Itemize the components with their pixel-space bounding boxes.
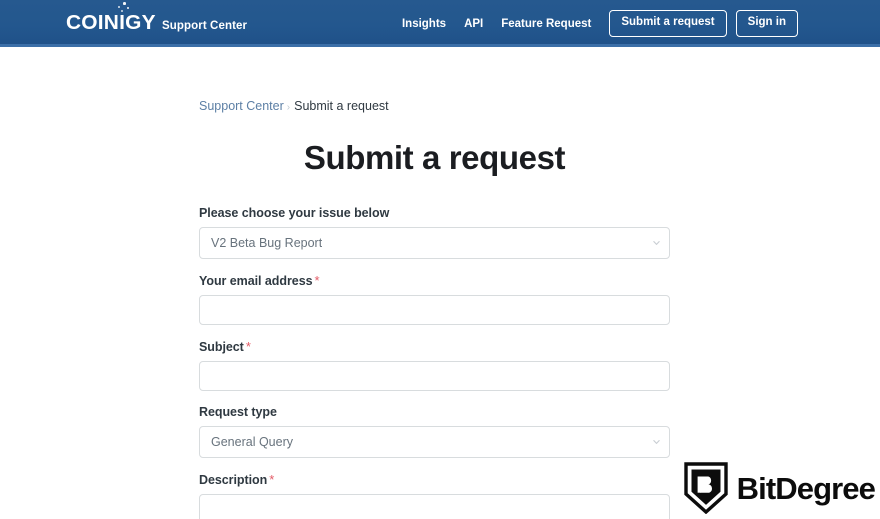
field-issue-type: Please choose your issue below V2 Beta B… xyxy=(199,206,670,259)
breadcrumb-separator-icon: › xyxy=(284,102,294,113)
subject-input[interactable] xyxy=(199,361,670,391)
breadcrumb: Support Center›Submit a request xyxy=(199,94,670,113)
bitdegree-watermark: BitDegree xyxy=(684,462,875,514)
select-issue-type-value: V2 Beta Bug Report xyxy=(211,236,322,250)
email-input[interactable] xyxy=(199,295,670,325)
bitdegree-shield-icon xyxy=(684,462,728,514)
field-description: Description* xyxy=(199,472,670,519)
select-request-type[interactable]: General Query xyxy=(199,426,670,458)
submit-request-form: Please choose your issue below V2 Beta B… xyxy=(199,206,670,519)
field-subject: Subject* xyxy=(199,339,670,391)
field-request-type: Request type General Query xyxy=(199,405,670,458)
page-title: Submit a request xyxy=(199,138,670,178)
sign-in-button[interactable]: Sign in xyxy=(736,10,798,37)
label-email: Your email address* xyxy=(199,273,670,288)
label-issue-type: Please choose your issue below xyxy=(199,206,670,220)
description-textarea[interactable] xyxy=(199,494,670,519)
required-marker-description: * xyxy=(267,472,274,487)
breadcrumb-current: Submit a request xyxy=(294,99,389,113)
content-wrapper: Support Center›Submit a request Submit a… xyxy=(199,94,670,519)
nav-link-api[interactable]: API xyxy=(455,18,492,30)
required-marker-email: * xyxy=(313,273,320,288)
nav-link-feature-request[interactable]: Feature Request xyxy=(492,18,600,30)
page-main: Support Center›Submit a request Submit a… xyxy=(0,47,880,519)
brand[interactable]: COINIGY Support Center xyxy=(66,13,247,34)
label-email-text: Your email address xyxy=(199,274,313,288)
breadcrumb-link-support-center[interactable]: Support Center xyxy=(199,99,284,113)
select-wrap-request-type: General Query xyxy=(199,426,670,458)
field-email: Your email address* xyxy=(199,273,670,325)
label-request-type: Request type xyxy=(199,405,670,419)
label-issue-type-text: Please choose your issue below xyxy=(199,206,389,220)
submit-a-request-button[interactable]: Submit a request xyxy=(609,10,726,37)
label-description-text: Description xyxy=(199,473,267,487)
label-description: Description* xyxy=(199,472,670,487)
nav-link-insights[interactable]: Insights xyxy=(393,18,455,30)
required-marker-subject: * xyxy=(244,339,251,354)
site-header: COINIGY Support Center Insights API Feat… xyxy=(0,0,880,47)
label-subject: Subject* xyxy=(199,339,670,354)
brand-subtitle: Support Center xyxy=(162,20,247,34)
select-wrap-issue-type: V2 Beta Bug Report xyxy=(199,227,670,259)
coinigy-logo[interactable]: COINIGY xyxy=(66,13,154,34)
label-subject-text: Subject xyxy=(199,340,244,354)
header-nav: Insights API Feature Request Submit a re… xyxy=(393,10,798,37)
label-request-type-text: Request type xyxy=(199,405,277,419)
select-issue-type[interactable]: V2 Beta Bug Report xyxy=(199,227,670,259)
select-request-type-value: General Query xyxy=(211,435,293,449)
bitdegree-wordmark: BitDegree xyxy=(737,473,875,504)
logo-wordmark: COINIGY xyxy=(66,13,156,34)
